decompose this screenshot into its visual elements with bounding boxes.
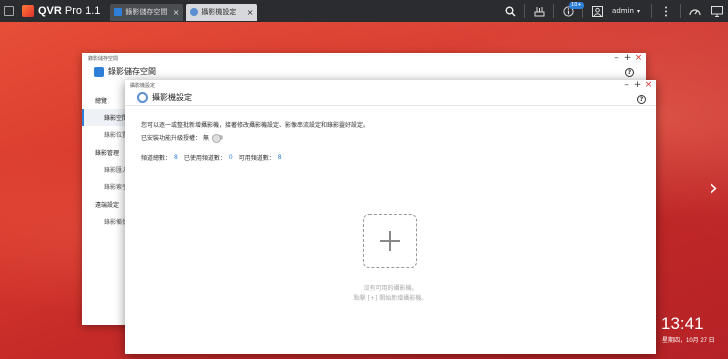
top-bar-actions: 10+ admin ▾ bbox=[499, 0, 728, 22]
user-menu[interactable]: admin ▾ bbox=[612, 7, 640, 15]
search-icon[interactable] bbox=[499, 0, 521, 22]
window-header: 錄影儲存空間 bbox=[82, 63, 646, 80]
intro-text: 您可以逐一或整批新增攝影機，接著修改攝影機設定、影像串流設定和錄影靈好設定。 bbox=[141, 122, 370, 129]
tab-storage-label: 錄影儲存空間 bbox=[125, 8, 168, 16]
menu-icon[interactable] bbox=[0, 0, 18, 22]
tab-camera-label: 攝影機設定 bbox=[201, 8, 237, 16]
sidebar-item-recording-index[interactable]: 錄影索引 bbox=[82, 178, 125, 195]
available-channels-value: 8 bbox=[277, 154, 282, 161]
total-channels-label: 頻道總數： bbox=[141, 155, 172, 162]
used-channels-label: 已使用頻道數： bbox=[183, 155, 226, 162]
help-icon[interactable]: ? bbox=[637, 95, 646, 104]
desktop-clock: 13:41 bbox=[661, 314, 704, 333]
sidebar: 總覽 錄影空間 錄影位置 錄影管理 錄影匯入 錄影索引 遠端設定 錄影備份 bbox=[82, 91, 125, 230]
storage-icon bbox=[94, 66, 104, 77]
minimize-icon[interactable]: – bbox=[621, 80, 632, 90]
camera-icon bbox=[190, 8, 199, 16]
info-icon[interactable]: 10+ bbox=[557, 0, 584, 22]
close-icon[interactable]: × bbox=[173, 8, 180, 17]
notification-badge: 10+ bbox=[569, 2, 584, 9]
divider bbox=[651, 4, 652, 18]
channel-stats: 頻道總數： 8 已使用頻道數： 0 可用頻道數： 8 bbox=[141, 151, 656, 164]
upgrade-license-value: 無 bbox=[203, 135, 210, 142]
user-name: admin bbox=[612, 7, 634, 15]
app-title-text: QVR bbox=[38, 5, 62, 17]
top-bar: QVR Pro 1.1 錄影儲存空間 × 攝影機設定 × 10+ admin ▾ bbox=[0, 0, 728, 22]
window-controls: – + × bbox=[611, 53, 644, 63]
caret-down-icon: ▾ bbox=[636, 7, 640, 15]
window-controls: – + × bbox=[621, 80, 654, 90]
window-titlebar[interactable]: 攝影機設定 bbox=[125, 80, 656, 90]
divider bbox=[680, 4, 681, 18]
empty-message: 沒有可用的攝影機。 bbox=[363, 285, 418, 292]
total-channels-value: 8 bbox=[174, 154, 178, 161]
sidebar-header-remote-settings: 遠端設定 bbox=[95, 201, 120, 209]
maximize-icon[interactable]: + bbox=[632, 80, 643, 90]
qvr-logo-icon bbox=[22, 5, 34, 17]
divider bbox=[553, 4, 555, 18]
window-title: 攝影機設定 bbox=[152, 93, 192, 102]
monitor-icon[interactable] bbox=[706, 0, 728, 22]
camera-settings-body: 您可以逐一或整批新增攝影機，接著修改攝影機設定、影像串流設定和錄影靈好設定。 已… bbox=[125, 106, 656, 164]
tab-camera-settings[interactable]: 攝影機設定 × bbox=[186, 3, 258, 21]
tools-icon[interactable] bbox=[528, 0, 550, 22]
sidebar-header-overview: 總覽 bbox=[95, 97, 108, 105]
sidebar-item-recording-backup[interactable]: 錄影備份 bbox=[82, 213, 125, 230]
sidebar-item-recording-import[interactable]: 錄影匯入 bbox=[82, 161, 125, 178]
tab-storage[interactable]: 錄影儲存空間 × bbox=[110, 3, 184, 21]
camera-icon bbox=[137, 92, 148, 103]
plus-icon bbox=[380, 231, 400, 251]
sidebar-header-recording-management: 錄影管理 bbox=[95, 149, 120, 157]
window-titlebar[interactable]: 錄影儲存空間 bbox=[82, 53, 646, 63]
app-title-suffix: Pro bbox=[64, 5, 83, 17]
desktop-date: 星期四，10月 27 日 bbox=[662, 338, 715, 344]
available-channels-label: 可用頻道數： bbox=[238, 155, 275, 162]
camera-settings-window: 攝影機設定 – + × 攝影機設定 ? 您可以逐一或整批新增攝影機，接著修改攝影… bbox=[125, 80, 656, 354]
add-camera-button[interactable] bbox=[363, 214, 417, 268]
app-version: 1.1 bbox=[85, 5, 101, 17]
sidebar-item-recording-space[interactable]: 錄影空間 bbox=[82, 109, 125, 126]
close-icon[interactable]: × bbox=[643, 80, 654, 90]
window-header: 攝影機設定 bbox=[125, 90, 656, 106]
storage-icon bbox=[114, 8, 123, 16]
close-icon[interactable]: × bbox=[247, 8, 254, 17]
help-icon[interactable]: ? bbox=[625, 68, 634, 77]
user-icon[interactable] bbox=[586, 0, 608, 22]
upgrade-license-label: 已安裝功能升級授權： bbox=[141, 135, 202, 142]
dashboard-icon[interactable] bbox=[684, 0, 706, 22]
upgrade-license-row: 已安裝功能升級授權： 無 bbox=[141, 131, 656, 144]
close-icon[interactable]: × bbox=[633, 53, 644, 63]
app-title: QVR Pro 1.1 bbox=[38, 5, 100, 17]
used-channels-value: 0 bbox=[228, 154, 233, 161]
maximize-icon[interactable]: + bbox=[622, 53, 633, 63]
license-toggle[interactable] bbox=[212, 134, 224, 143]
divider bbox=[524, 4, 526, 18]
chevron-right-icon[interactable]: › bbox=[709, 176, 718, 201]
window-title: 錄影儲存空間 bbox=[108, 67, 156, 76]
more-icon[interactable] bbox=[655, 0, 677, 22]
minimize-icon[interactable]: – bbox=[611, 53, 622, 63]
sidebar-item-recording-location[interactable]: 錄影位置 bbox=[82, 126, 125, 143]
empty-hint: 點擊 [+] 開始新增攝影機。 bbox=[353, 295, 428, 302]
